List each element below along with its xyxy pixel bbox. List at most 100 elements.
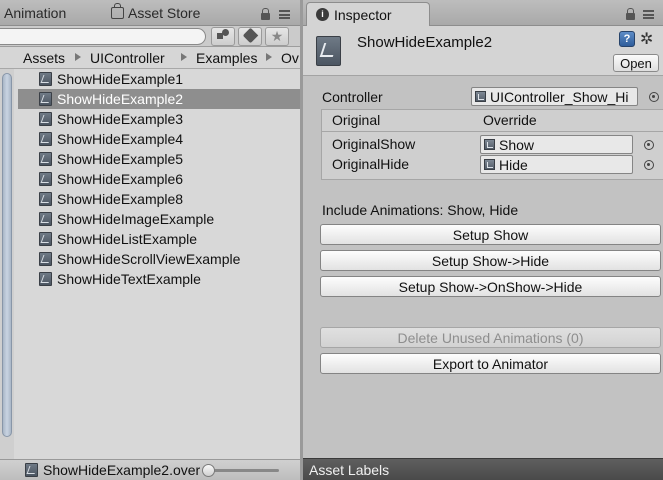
inspector-tab-bar: i Inspector bbox=[303, 0, 663, 27]
gear-icon[interactable]: ✲ bbox=[640, 29, 653, 49]
list-item-label: ShowHideExample4 bbox=[57, 131, 184, 147]
override-show-field[interactable]: Show bbox=[480, 135, 633, 154]
project-panel: Animation Asset Store ★ Assets UIControl… bbox=[0, 0, 300, 480]
asset-labels-bar[interactable]: Asset Labels bbox=[303, 458, 663, 480]
breadcrumb-assets[interactable]: Assets bbox=[23, 50, 65, 66]
tab-asset-store[interactable]: Asset Store bbox=[111, 0, 200, 26]
setup-show-hide-button[interactable]: Setup Show->Hide bbox=[320, 250, 661, 271]
controller-field[interactable]: UIController_Show_Hi bbox=[471, 87, 638, 106]
animator-override-icon bbox=[39, 172, 52, 186]
scrollbar-thumb[interactable] bbox=[2, 73, 12, 437]
list-item-label: ShowHideScrollViewExample bbox=[57, 251, 241, 267]
include-animations-text: Include Animations: Show, Hide bbox=[322, 202, 519, 218]
animator-override-icon bbox=[25, 463, 38, 477]
list-item-label: ShowHideTextExample bbox=[57, 271, 201, 287]
override-show-value: Show bbox=[499, 137, 535, 153]
animation-clip-icon bbox=[484, 139, 495, 150]
delete-unused-animations-button[interactable]: Delete Unused Animations (0) bbox=[320, 327, 661, 348]
animator-override-icon bbox=[39, 272, 52, 286]
list-item-label: ShowHideExample6 bbox=[57, 171, 184, 187]
controller-value: UIController_Show_Hi bbox=[490, 89, 629, 105]
list-item-label: ShowHideListExample bbox=[57, 231, 198, 247]
list-item[interactable]: ShowHideExample6 bbox=[18, 169, 300, 189]
object-picker-icon[interactable] bbox=[649, 92, 659, 102]
export-to-animator-button[interactable]: Export to Animator bbox=[320, 353, 661, 374]
list-item[interactable]: ShowHideExample1 bbox=[18, 69, 300, 89]
tag-icon bbox=[242, 27, 258, 44]
animator-override-icon bbox=[39, 92, 52, 106]
override-hide-value: Hide bbox=[499, 157, 528, 173]
panel-menu-icon[interactable] bbox=[279, 10, 290, 19]
inspector-body: Controller UIController_Show_Hi Original… bbox=[303, 77, 663, 458]
animator-controller-icon bbox=[475, 91, 486, 102]
tab-inspector-label: Inspector bbox=[334, 7, 392, 23]
asset-store-icon bbox=[111, 3, 124, 19]
list-item[interactable]: ShowHideExample5 bbox=[18, 149, 300, 169]
controller-label: Controller bbox=[322, 89, 383, 105]
help-icon[interactable]: ? bbox=[619, 31, 635, 47]
breadcrumb-examples[interactable]: Examples bbox=[196, 50, 257, 66]
list-item-label: ShowHideExample5 bbox=[57, 151, 184, 167]
list-item-label: ShowHideExample2 bbox=[57, 91, 184, 107]
animator-override-icon bbox=[39, 252, 52, 266]
icon-size-slider[interactable] bbox=[202, 464, 279, 477]
list-item-selected[interactable]: ShowHideExample2 bbox=[18, 89, 300, 109]
list-item-label: ShowHideExample1 bbox=[57, 71, 184, 87]
filter-by-type-button[interactable] bbox=[211, 27, 235, 46]
search-input[interactable] bbox=[0, 28, 206, 45]
animator-override-icon bbox=[39, 72, 52, 86]
override-hide-field[interactable]: Hide bbox=[480, 155, 633, 174]
animator-override-icon bbox=[39, 112, 52, 126]
tab-asset-store-label: Asset Store bbox=[128, 5, 201, 21]
breadcrumb-separator-icon bbox=[181, 53, 187, 61]
animation-clip-icon bbox=[484, 159, 495, 170]
panel-menu-icon[interactable] bbox=[643, 10, 654, 19]
list-item[interactable]: ShowHideListExample bbox=[18, 229, 300, 249]
vertical-scrollbar[interactable] bbox=[0, 69, 14, 459]
list-item-label: ShowHideImageExample bbox=[57, 211, 215, 227]
override-table-header: Original Override bbox=[322, 110, 663, 132]
object-picker-icon[interactable] bbox=[644, 140, 654, 150]
override-table: Original Override OriginalShow Show Orig… bbox=[321, 109, 663, 180]
asset-title: ShowHideExample2 bbox=[357, 34, 493, 51]
breadcrumb-separator-icon bbox=[266, 53, 272, 61]
lock-icon[interactable] bbox=[261, 8, 270, 20]
object-picker-icon[interactable] bbox=[644, 160, 654, 170]
column-header-override: Override bbox=[483, 112, 537, 128]
list-item[interactable]: ShowHideScrollViewExample bbox=[18, 249, 300, 269]
list-item[interactable]: ShowHideExample4 bbox=[18, 129, 300, 149]
lock-icon[interactable] bbox=[626, 8, 635, 20]
setup-show-button[interactable]: Setup Show bbox=[320, 224, 661, 245]
column-header-original: Original bbox=[332, 112, 381, 128]
star-icon: ★ bbox=[270, 28, 284, 44]
breadcrumb-separator-icon bbox=[75, 53, 81, 61]
selected-asset-path: ShowHideExample2.over bbox=[43, 462, 201, 478]
setup-show-onshow-hide-button[interactable]: Setup Show->OnShow->Hide bbox=[320, 276, 661, 297]
list-item[interactable]: ShowHideExample8 bbox=[18, 189, 300, 209]
open-button[interactable]: Open bbox=[613, 54, 659, 72]
tab-animation[interactable]: Animation bbox=[4, 0, 66, 26]
asset-list: ShowHideExample1 ShowHideExample2 ShowHi… bbox=[18, 69, 300, 459]
breadcrumb: Assets UIController Examples Ov bbox=[0, 47, 300, 69]
list-item[interactable]: ShowHideExample3 bbox=[18, 109, 300, 129]
breadcrumb-uicontroller[interactable]: UIController bbox=[90, 50, 165, 66]
list-item-label: ShowHideExample8 bbox=[57, 191, 184, 207]
animator-override-icon bbox=[316, 36, 341, 66]
favorite-button[interactable]: ★ bbox=[265, 27, 289, 46]
animator-override-icon bbox=[39, 152, 52, 166]
tab-inspector[interactable]: i Inspector bbox=[306, 2, 430, 27]
animator-override-icon bbox=[39, 232, 52, 246]
filter-type-icon bbox=[216, 29, 230, 40]
slider-thumb[interactable] bbox=[202, 464, 215, 477]
list-item[interactable]: ShowHideImageExample bbox=[18, 209, 300, 229]
breadcrumb-overrides[interactable]: Ov bbox=[281, 50, 299, 66]
project-toolbar: ★ bbox=[0, 26, 300, 47]
animator-override-icon bbox=[39, 192, 52, 206]
tab-animation-label: Animation bbox=[4, 5, 67, 21]
filter-by-label-button[interactable] bbox=[238, 27, 262, 46]
asset-labels-title: Asset Labels bbox=[309, 462, 390, 478]
list-item[interactable]: ShowHideTextExample bbox=[18, 269, 300, 289]
inspector-panel: i Inspector ShowHideExample2 ? ✲ Open Co… bbox=[303, 0, 663, 480]
info-icon: i bbox=[316, 8, 329, 21]
original-hide-label: OriginalHide bbox=[332, 156, 410, 172]
